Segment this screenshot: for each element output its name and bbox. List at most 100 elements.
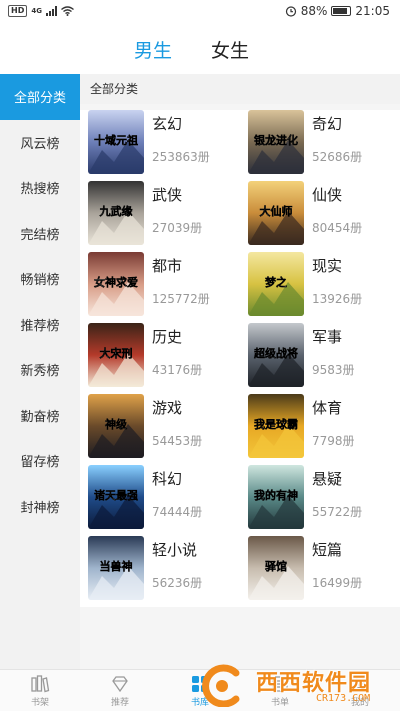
category-count: 9583册 — [312, 363, 355, 377]
category-count: 43176册 — [152, 363, 203, 377]
category-cover: 梦之 — [248, 252, 304, 316]
category-name: 游戏 — [152, 399, 183, 417]
hd-badge: HD — [8, 5, 28, 17]
category-cover: 诸天最强 — [88, 465, 144, 529]
category-count: 16499册 — [312, 576, 363, 590]
category-name: 军事 — [312, 328, 343, 346]
bottom-nav: 书架 推荐 书库 书单 我的 — [0, 669, 400, 711]
category-name: 玄幻 — [152, 115, 183, 133]
category-name: 轻小说 — [152, 541, 198, 559]
alarm-icon — [285, 6, 296, 17]
rail-item-bestseller[interactable]: 畅销榜 — [0, 256, 80, 302]
network-type: 4G — [31, 7, 42, 15]
category-name: 短篇 — [312, 541, 343, 559]
category-cover: 大宋刑 — [88, 323, 144, 387]
category-name: 科幻 — [152, 470, 183, 488]
category-item[interactable]: 梦之 现实 13926册 — [240, 252, 390, 318]
status-bar: HD 4G 88% 21:05 — [0, 0, 400, 24]
category-item[interactable]: 诸天最强 科幻 74444册 — [80, 465, 230, 531]
bookshelf-icon — [31, 675, 50, 693]
category-item[interactable]: 神级 游戏 54453册 — [80, 394, 230, 460]
list-icon — [272, 676, 288, 692]
nav-booklist-label: 书单 — [270, 698, 289, 708]
main-content: 全部分类 十域元祖 玄幻 253863册 银龙进化 奇幻 52686册九武缘 武侠 27039… — [80, 74, 400, 670]
tab-male[interactable]: 男生 — [134, 36, 172, 63]
category-cover: 超级战将 — [248, 323, 304, 387]
category-cover: 九武缘 — [88, 181, 144, 245]
rail-item-diligent[interactable]: 勤奋榜 — [0, 393, 80, 439]
category-count: 253863册 — [152, 150, 210, 164]
category-item[interactable]: 九武缘 武侠 27039册 — [80, 181, 230, 247]
category-item[interactable]: 银龙进化 奇幻 52686册 — [240, 110, 390, 176]
status-right: 88% 21:05 — [285, 4, 390, 18]
category-item[interactable]: 当兽神 轻小说 56236册 — [80, 536, 230, 602]
category-cover: 我的有神 — [248, 465, 304, 529]
user-icon — [352, 676, 368, 693]
category-cover: 十域元祖 — [88, 110, 144, 174]
nav-mine[interactable]: 我的 — [320, 670, 400, 711]
rail-item-retention[interactable]: 留存榜 — [0, 438, 80, 484]
category-grid: 十域元祖 玄幻 253863册 银龙进化 奇幻 52686册九武缘 武侠 27039册 大仙师 仙… — [80, 110, 400, 607]
category-item[interactable]: 大仙师 仙侠 80454册 — [240, 181, 390, 247]
svg-text:银龙进化: 银龙进化 — [254, 133, 298, 147]
nav-bookshelf[interactable]: 书架 — [0, 670, 80, 711]
diamond-icon — [112, 676, 128, 693]
tab-female[interactable]: 女生 — [211, 36, 249, 63]
category-cover: 驿馆 — [248, 536, 304, 600]
battery-icon — [331, 6, 352, 16]
grid-icon — [192, 676, 208, 692]
category-count: 52686册 — [312, 150, 363, 164]
category-item[interactable]: 我是球霸 体育 7798册 — [240, 394, 390, 460]
category-rail: 全部分类 风云榜 热搜榜 完结榜 畅销榜 推荐榜 新秀榜 勤奋榜 留存榜 封神榜 — [0, 74, 80, 670]
svg-text:神级: 神级 — [105, 417, 128, 431]
nav-recommend[interactable]: 推荐 — [80, 670, 160, 711]
svg-text:当兽神: 当兽神 — [100, 559, 133, 573]
category-name: 仙侠 — [312, 186, 343, 204]
rail-item-recommended[interactable]: 推荐榜 — [0, 302, 80, 348]
category-count: 56236册 — [152, 576, 203, 590]
wifi-icon — [61, 6, 74, 16]
category-item[interactable]: 驿馆 短篇 16499册 — [240, 536, 390, 602]
svg-text:我的有神: 我的有神 — [254, 488, 298, 502]
nav-recommend-label: 推荐 — [110, 698, 129, 708]
nav-library-label: 书库 — [190, 698, 209, 708]
rail-item-newcomer[interactable]: 新秀榜 — [0, 347, 80, 393]
category-count: 7798册 — [312, 434, 355, 448]
nav-booklist[interactable]: 书单 — [240, 670, 320, 711]
rail-item-hot-search[interactable]: 热搜榜 — [0, 165, 80, 211]
svg-text:驿馆: 驿馆 — [265, 559, 287, 573]
category-count: 54453册 — [152, 434, 203, 448]
category-item[interactable]: 女神求爱 都市 125772册 — [80, 252, 230, 318]
category-cover: 大仙师 — [248, 181, 304, 245]
nav-bookshelf-label: 书架 — [30, 698, 49, 708]
signal-icon — [45, 6, 57, 16]
svg-text:大宋刑: 大宋刑 — [100, 346, 133, 360]
nav-library[interactable]: 书库 — [160, 670, 240, 711]
svg-text:九武缘: 九武缘 — [99, 204, 133, 218]
category-item[interactable]: 我的有神 悬疑 55722册 — [240, 465, 390, 531]
category-item[interactable]: 大宋刑 历史 43176册 — [80, 323, 230, 389]
category-count: 125772册 — [152, 292, 210, 306]
clock: 21:05 — [355, 4, 390, 18]
rail-item-fengyun[interactable]: 风云榜 — [0, 120, 80, 166]
rail-item-fengshen[interactable]: 封神榜 — [0, 484, 80, 530]
category-name: 体育 — [312, 399, 343, 417]
battery-percent: 88% — [300, 4, 328, 18]
category-name: 悬疑 — [312, 470, 343, 488]
category-count: 13926册 — [312, 292, 363, 306]
svg-text:我是球霸: 我是球霸 — [254, 417, 298, 431]
rail-item-all[interactable]: 全部分类 — [0, 74, 80, 120]
category-name: 奇幻 — [312, 115, 343, 133]
nav-mine-label: 我的 — [350, 698, 369, 708]
section-title: 全部分类 — [80, 74, 400, 104]
category-count: 55722册 — [312, 505, 363, 519]
category-cover: 神级 — [88, 394, 144, 458]
status-left: HD 4G — [8, 5, 74, 17]
category-cover: 当兽神 — [88, 536, 144, 600]
category-cover: 我是球霸 — [248, 394, 304, 458]
category-item[interactable]: 十域元祖 玄幻 253863册 — [80, 110, 230, 176]
rail-item-completed[interactable]: 完结榜 — [0, 211, 80, 257]
category-item[interactable]: 超级战将 军事 9583册 — [240, 323, 390, 389]
svg-text:诸天最强: 诸天最强 — [94, 488, 138, 502]
category-name: 现实 — [312, 257, 343, 275]
